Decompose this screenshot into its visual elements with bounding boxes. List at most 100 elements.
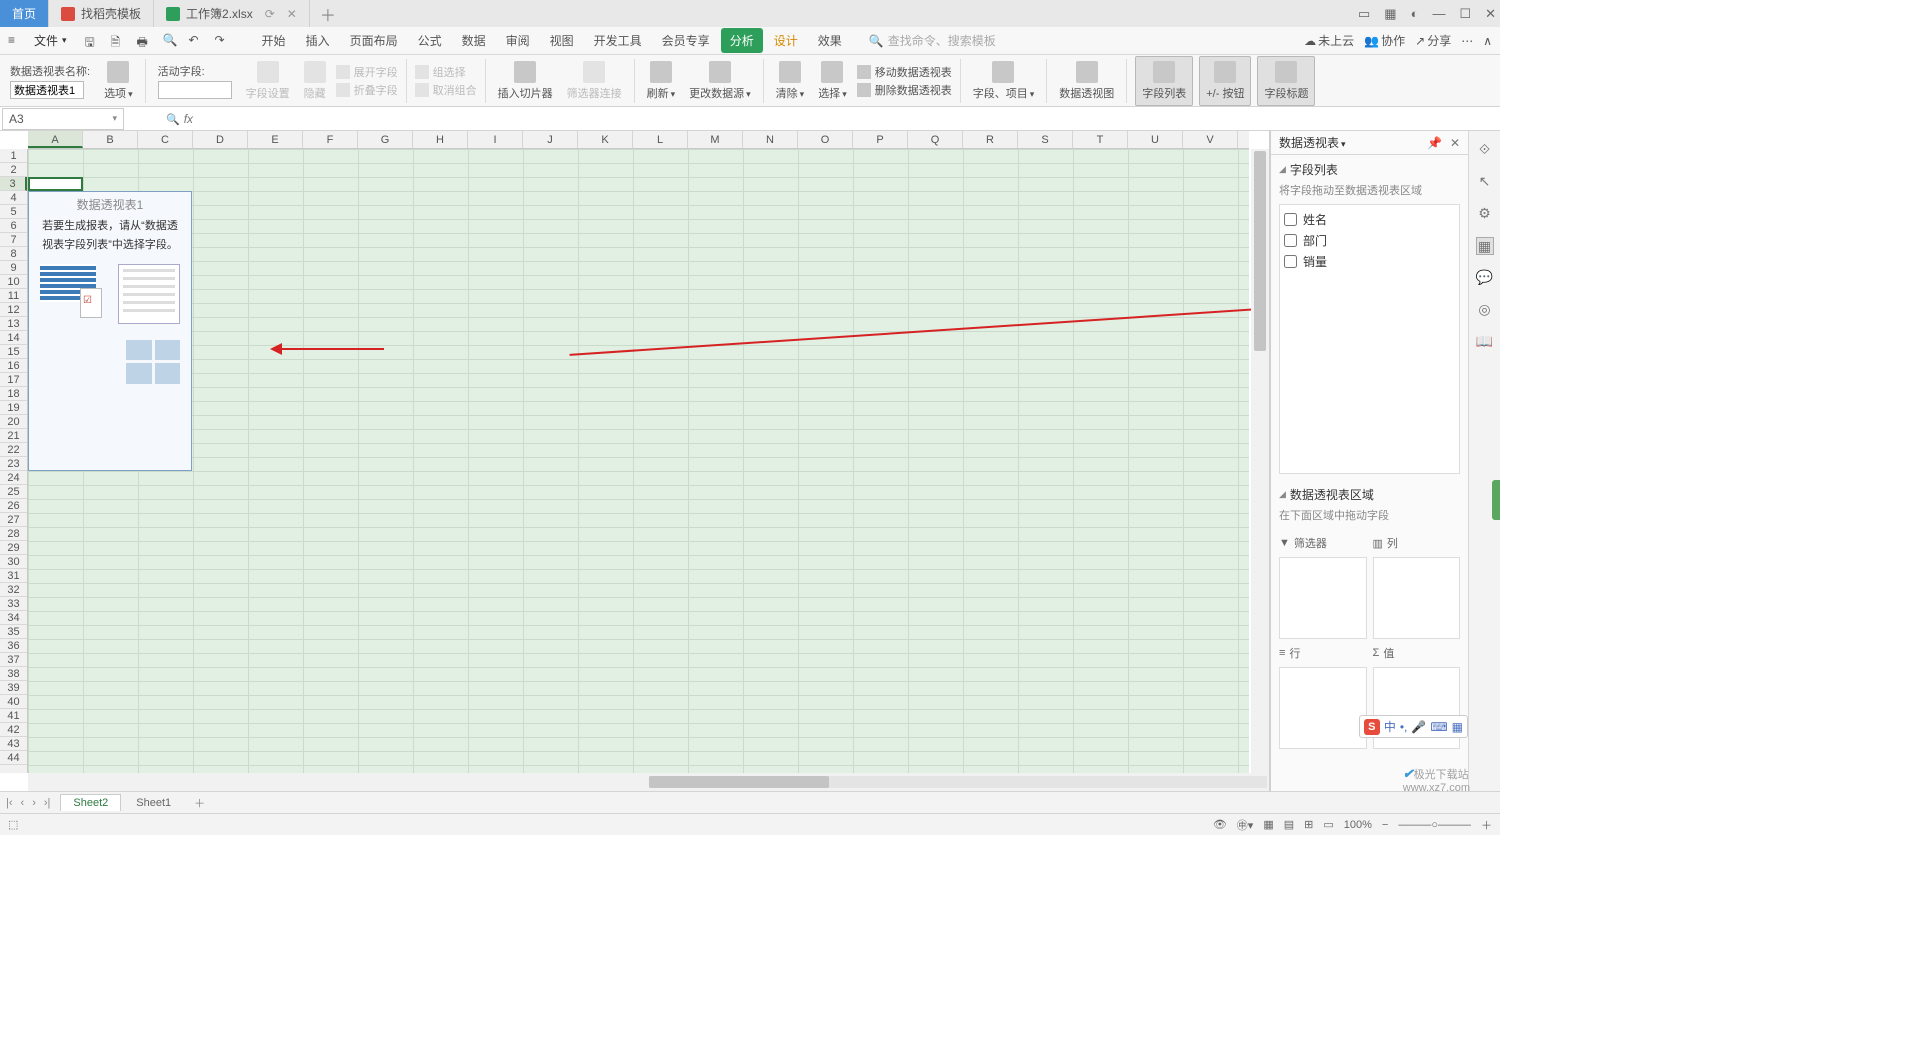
file-menu[interactable]: 文件▾ xyxy=(28,30,73,51)
ime-toolbar[interactable]: S 中 •, 🎤 ⌨ ▦ xyxy=(1359,715,1468,738)
pane-close-icon[interactable]: ✕ xyxy=(1450,136,1460,150)
field-item[interactable]: 销量 xyxy=(1284,251,1455,272)
pivot-chart-button[interactable]: 数据透视图 xyxy=(1055,56,1118,106)
tab-start[interactable]: 开始 xyxy=(253,28,295,53)
book-icon[interactable]: 📖 xyxy=(1476,333,1494,351)
print-icon[interactable]: 🖶 xyxy=(137,33,153,49)
spreadsheet[interactable]: ABCDEFGHIJKLMNOPQRSTUV 12345678910111213… xyxy=(0,131,1270,791)
field-list[interactable]: 姓名 部门 销量 xyxy=(1279,204,1460,474)
sheet-prev-icon[interactable]: ‹ xyxy=(21,797,25,809)
pin-icon[interactable]: 📌 xyxy=(1427,136,1442,150)
minimize-icon[interactable]: — xyxy=(1432,6,1445,21)
clear-button[interactable]: 清除 xyxy=(772,56,809,106)
zoom-slider[interactable]: ———○——— xyxy=(1398,819,1471,831)
tab-home[interactable]: 首页 xyxy=(0,0,49,27)
fields-items-button[interactable]: 字段、项目 xyxy=(969,56,1039,106)
field-list-toggle[interactable]: 字段列表 xyxy=(1135,56,1193,106)
tab-workbook[interactable]: 工作簿2.xlsx⟳✕ xyxy=(154,0,310,27)
sidebar-pull-tab[interactable] xyxy=(1492,480,1500,520)
tab-template[interactable]: 找稻壳模板 xyxy=(49,0,154,27)
grid-icon[interactable]: ▦ xyxy=(1384,6,1396,22)
tab-formula[interactable]: 公式 xyxy=(409,28,451,53)
name-box[interactable]: A3▾ xyxy=(2,108,124,130)
zoom-out-icon[interactable]: − xyxy=(1382,819,1388,831)
ime-grid-icon[interactable]: ▦ xyxy=(1452,720,1463,734)
active-field-input[interactable] xyxy=(158,81,232,99)
select-button[interactable]: 选择 xyxy=(814,56,851,106)
horizontal-scrollbar[interactable] xyxy=(28,773,1269,791)
collab-button[interactable]: 👥 协作 xyxy=(1364,32,1405,49)
refresh-button[interactable]: 刷新 xyxy=(643,56,680,106)
pm-buttons-toggle[interactable]: +/- 按钮 xyxy=(1199,56,1251,106)
close-icon[interactable]: ✕ xyxy=(1485,6,1496,22)
view-read-icon[interactable]: ▭ xyxy=(1323,818,1333,831)
tab-view[interactable]: 视图 xyxy=(541,28,583,53)
view-page-icon[interactable]: ▤ xyxy=(1284,818,1294,831)
eye-icon[interactable]: 👁 xyxy=(1213,818,1227,831)
save-as-icon[interactable]: 🗎 xyxy=(111,33,127,49)
tab-add[interactable]: ＋ xyxy=(310,0,346,27)
vertical-scrollbar[interactable] xyxy=(1251,149,1269,773)
tab-data[interactable]: 数据 xyxy=(453,28,495,53)
tab-review[interactable]: 审阅 xyxy=(497,28,539,53)
pivot-name-input[interactable] xyxy=(10,81,84,99)
column-zone[interactable] xyxy=(1373,557,1461,639)
move-pivot-button[interactable]: 移动数据透视表 xyxy=(857,64,952,80)
cursor-icon[interactable]: ↖ xyxy=(1476,173,1494,191)
sheet-next-icon[interactable]: › xyxy=(32,797,36,809)
lang-icon[interactable]: ㊥▾ xyxy=(1237,817,1254,833)
sheet-tab-active[interactable]: Sheet2 xyxy=(60,794,121,811)
tab-dev[interactable]: 开发工具 xyxy=(585,28,651,53)
sheet-tab[interactable]: Sheet1 xyxy=(123,794,184,812)
pivot-placeholder[interactable]: 数据透视表1 若要生成报表，请从“数据透 视表字段列表”中选择字段。 xyxy=(28,191,192,471)
options-button[interactable]: 选项 xyxy=(100,56,137,106)
style-icon[interactable]: ⟐ xyxy=(1476,141,1494,159)
zoom-in-icon[interactable]: ＋ xyxy=(1481,817,1492,833)
location-icon[interactable]: ◎ xyxy=(1476,301,1494,319)
maximize-icon[interactable]: ☐ xyxy=(1459,6,1471,22)
comment-icon[interactable]: 💬 xyxy=(1476,269,1494,287)
field-item[interactable]: 姓名 xyxy=(1284,209,1455,230)
field-checkbox[interactable] xyxy=(1284,234,1297,247)
row-headers[interactable]: 1234567891011121314151617181920212223242… xyxy=(0,149,28,773)
row-zone[interactable] xyxy=(1279,667,1367,749)
zoom-value[interactable]: 100% xyxy=(1344,819,1372,831)
pivot-pane-title[interactable]: 数据透视表 xyxy=(1279,134,1346,151)
undo-icon[interactable]: ↶ xyxy=(189,33,205,49)
ime-keyboard-icon[interactable]: ⌨ xyxy=(1430,720,1447,734)
field-checkbox[interactable] xyxy=(1284,213,1297,226)
redo-icon[interactable]: ↷ xyxy=(215,33,231,49)
field-item[interactable]: 部门 xyxy=(1284,230,1455,251)
column-headers[interactable]: ABCDEFGHIJKLMNOPQRSTUV xyxy=(28,131,1249,149)
ime-mode[interactable]: 中 xyxy=(1384,718,1396,735)
settings-icon[interactable]: ⚙ xyxy=(1476,205,1494,223)
sheet-first-icon[interactable]: |‹ xyxy=(6,797,13,809)
cloud-status[interactable]: ☁ 未上云 xyxy=(1304,32,1354,49)
sheet-last-icon[interactable]: ›| xyxy=(44,797,51,809)
tab-insert[interactable]: 插入 xyxy=(297,28,339,53)
filter-zone[interactable] xyxy=(1279,557,1367,639)
more-icon[interactable]: ⋯ xyxy=(1461,34,1473,48)
sheet-add-icon[interactable]: ＋ xyxy=(186,795,213,811)
command-search[interactable]: 🔍查找命令、搜索模板 xyxy=(869,32,996,49)
cell-grid[interactable]: 数据透视表1 若要生成报表，请从“数据透 视表字段列表”中选择字段。 xyxy=(28,149,1249,773)
view-break-icon[interactable]: ⊞ xyxy=(1304,818,1313,831)
insert-slicer-button[interactable]: 插入切片器 xyxy=(494,56,557,106)
view-normal-icon[interactable]: ▦ xyxy=(1263,818,1273,831)
tab-layout[interactable]: 页面布局 xyxy=(341,28,407,53)
ime-punct-icon[interactable]: •, xyxy=(1400,720,1408,734)
field-checkbox[interactable] xyxy=(1284,255,1297,268)
ime-voice-icon[interactable]: 🎤 xyxy=(1411,720,1426,734)
fx-label[interactable]: fx xyxy=(166,112,193,126)
preview-icon[interactable]: 🔍 xyxy=(163,33,179,49)
tab-close-icon[interactable]: ✕ xyxy=(287,7,297,21)
vscroll-thumb[interactable] xyxy=(1254,151,1266,351)
tab-design[interactable]: 设计 xyxy=(765,28,807,53)
selected-cell[interactable] xyxy=(28,177,83,191)
field-headers-toggle[interactable]: 字段标题 xyxy=(1257,56,1315,106)
status-left-icon[interactable]: ⬚ xyxy=(8,818,18,831)
layout-icon[interactable]: ▭ xyxy=(1358,6,1370,22)
delete-pivot-button[interactable]: 删除数据透视表 xyxy=(857,82,952,98)
hscroll-thumb[interactable] xyxy=(649,776,829,788)
pivot-pane-icon[interactable]: ▦ xyxy=(1476,237,1494,255)
